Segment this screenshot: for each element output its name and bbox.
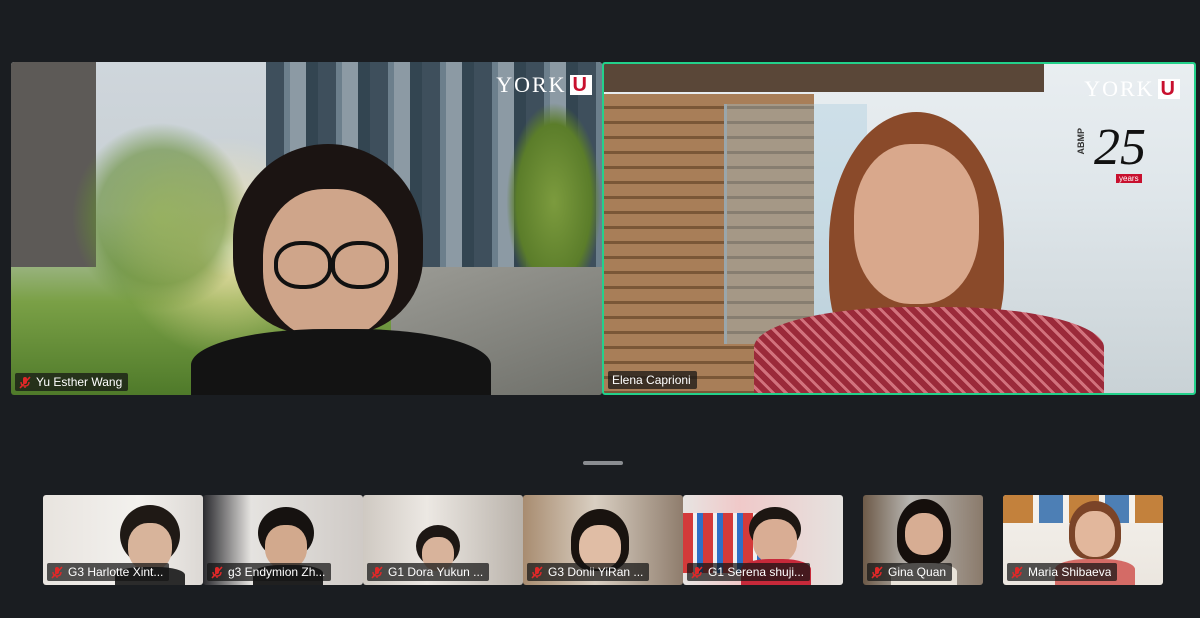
mic-muted-icon bbox=[691, 565, 703, 579]
mic-muted-icon bbox=[1011, 565, 1023, 579]
york-u-logo: YORK U bbox=[1084, 76, 1180, 102]
york-logo-mark: U bbox=[1157, 79, 1180, 99]
participant-name-tag: Elena Caprioni bbox=[608, 371, 697, 389]
participant-name: G3 Donii YiRan ... bbox=[548, 565, 644, 579]
participant-name-tag: G1 Serena shuji... bbox=[687, 563, 811, 581]
abmp-badge-number: 25 bbox=[1094, 119, 1146, 176]
gallery-tile[interactable]: Gina Quan bbox=[863, 495, 983, 585]
mic-muted-icon bbox=[19, 375, 31, 389]
participant-name-tag: G3 Donii YiRan ... bbox=[527, 563, 650, 581]
mic-muted-icon bbox=[51, 565, 63, 579]
gallery-tile[interactable]: G1 Serena shuji... bbox=[683, 495, 843, 585]
video-tile-elena-caprioni[interactable]: YORK U ABMP 25 years Elena Caprioni bbox=[602, 62, 1196, 395]
participant-name: Elena Caprioni bbox=[612, 373, 691, 387]
gallery-tile[interactable]: G3 Donii YiRan ... bbox=[523, 495, 683, 585]
participant-name-tag: g3 Endymion Zh... bbox=[207, 563, 332, 581]
york-logo-mark: U bbox=[569, 75, 592, 95]
participant-name-tag: Maria Shibaeva bbox=[1007, 563, 1118, 581]
resize-drag-handle[interactable] bbox=[583, 461, 623, 465]
participant-name: Gina Quan bbox=[888, 565, 947, 579]
participant-name: Maria Shibaeva bbox=[1028, 565, 1112, 579]
abmp-25-years-badge: ABMP 25 years bbox=[1076, 120, 1176, 190]
gallery-tile[interactable]: g3 Endymion Zh... bbox=[203, 495, 363, 585]
participant-name: G1 Dora Yukun ... bbox=[388, 565, 484, 579]
york-logo-text: YORK bbox=[1084, 76, 1155, 101]
participant-video bbox=[181, 144, 501, 395]
mic-muted-icon bbox=[371, 565, 383, 579]
mic-muted-icon bbox=[871, 565, 883, 579]
mic-muted-icon bbox=[211, 565, 223, 579]
gallery-tile[interactable]: G3 Harlotte Xint... bbox=[43, 495, 203, 585]
participant-name: Yu Esther Wang bbox=[36, 375, 123, 389]
ceiling bbox=[604, 64, 1044, 92]
abmp-badge-sub: years bbox=[1116, 174, 1142, 183]
participant-name: G1 Serena shuji... bbox=[708, 565, 805, 579]
participant-name-tag: G3 Harlotte Xint... bbox=[47, 563, 170, 581]
gallery-tile[interactable]: Maria Shibaeva bbox=[1003, 495, 1163, 585]
gallery-tile[interactable]: G1 Dora Yukun ... bbox=[363, 495, 523, 585]
york-u-logo: YORK U bbox=[496, 72, 592, 98]
participant-name-tag: G1 Dora Yukun ... bbox=[367, 563, 490, 581]
abmp-badge-org: ABMP bbox=[1076, 128, 1086, 155]
participant-video bbox=[744, 112, 1104, 393]
participant-name-tag: Yu Esther Wang bbox=[15, 373, 129, 391]
participant-name: g3 Endymion Zh... bbox=[228, 565, 326, 579]
york-logo-text: YORK bbox=[496, 72, 567, 97]
participant-name: G3 Harlotte Xint... bbox=[68, 565, 164, 579]
mic-muted-icon bbox=[531, 565, 543, 579]
participant-name-tag: Gina Quan bbox=[867, 563, 953, 581]
video-tile-yu-esther-wang[interactable]: YORK U Yu Esther Wang bbox=[11, 62, 602, 395]
